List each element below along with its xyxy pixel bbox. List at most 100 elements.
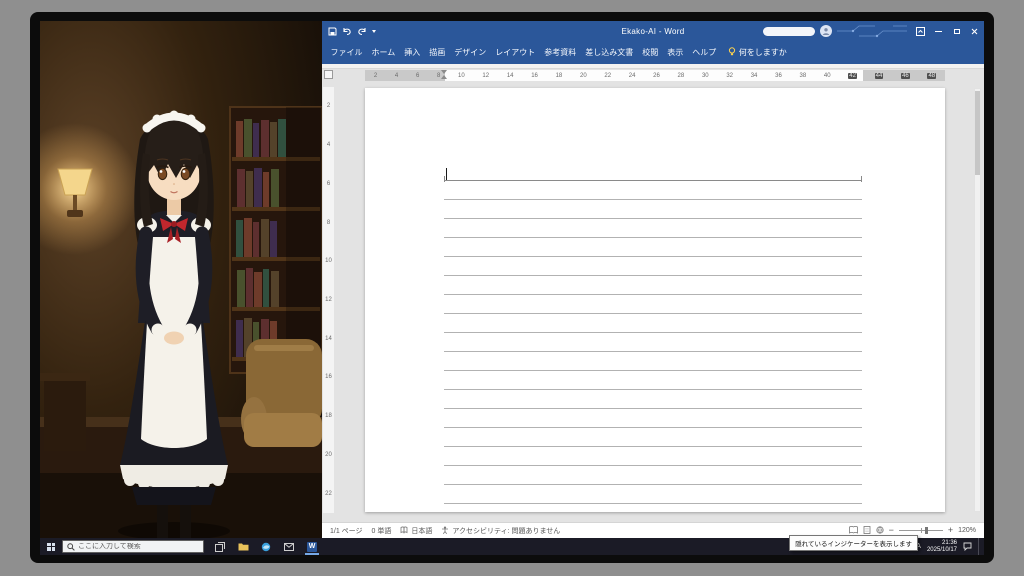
zoom-slider[interactable] bbox=[899, 530, 943, 531]
ruled-line bbox=[444, 276, 862, 295]
vertical-ruler: 246810121416182022 bbox=[323, 87, 334, 513]
ruled-line bbox=[444, 238, 862, 257]
ruler-number: 44 bbox=[875, 73, 884, 79]
minimize-icon[interactable] bbox=[932, 21, 945, 41]
ruler-number: 4 bbox=[327, 142, 330, 148]
zoom-in-icon[interactable]: + bbox=[948, 527, 953, 534]
word-taskbar-icon[interactable]: W bbox=[305, 538, 319, 555]
ribbon-tab-7[interactable]: 差し込み文書 bbox=[581, 41, 638, 64]
vertical-scrollbar[interactable] bbox=[974, 88, 981, 512]
show-desktop-button[interactable] bbox=[978, 538, 981, 555]
ruler-number: 12 bbox=[325, 297, 332, 303]
horizontal-ruler-numbers: 2468101214161820222426283032343638404244… bbox=[365, 70, 945, 81]
lightbulb-icon bbox=[728, 47, 736, 58]
zoom-level[interactable]: 120% bbox=[958, 527, 976, 534]
user-avatar[interactable] bbox=[820, 25, 832, 37]
armchair bbox=[241, 339, 322, 447]
edge-icon[interactable] bbox=[259, 538, 273, 555]
bookshelf bbox=[230, 107, 322, 373]
screen: Ekako-AI - Word ファイルホーム挿入描画デザインレイアウト参考資料… bbox=[40, 21, 984, 555]
ruled-lines bbox=[444, 181, 862, 504]
ruled-line bbox=[444, 409, 862, 428]
search-icon bbox=[67, 538, 75, 556]
taskbar-search[interactable] bbox=[62, 540, 204, 553]
ribbon-tab-0[interactable]: ファイル bbox=[326, 41, 367, 64]
ruled-line bbox=[444, 219, 862, 238]
ruler-number: 6 bbox=[327, 181, 330, 187]
ruled-line bbox=[444, 295, 862, 314]
ruler-number: 48 bbox=[927, 73, 936, 79]
ribbon-tab-2[interactable]: 挿入 bbox=[400, 41, 425, 64]
ribbon-tab-5[interactable]: レイアウト bbox=[491, 41, 540, 64]
start-button[interactable] bbox=[40, 538, 62, 555]
ruler-number: 46 bbox=[901, 73, 910, 79]
ruler-number: 18 bbox=[325, 413, 332, 419]
mail-icon[interactable] bbox=[282, 538, 296, 555]
ribbon-tab-9[interactable]: 表示 bbox=[663, 41, 688, 64]
title-bar-right bbox=[763, 21, 981, 41]
user-account-pill[interactable] bbox=[763, 27, 815, 36]
ruler-number: 36 bbox=[775, 73, 782, 79]
circuit-decoration bbox=[837, 23, 909, 39]
print-layout-icon[interactable] bbox=[863, 526, 871, 536]
ruler-number: 10 bbox=[458, 73, 465, 79]
ruler-number: 10 bbox=[325, 258, 332, 264]
document-area: 246810121416182022 bbox=[322, 82, 984, 522]
task-view-icon[interactable] bbox=[213, 538, 227, 555]
read-mode-icon[interactable] bbox=[849, 526, 858, 536]
ruler-number: 14 bbox=[325, 336, 332, 342]
word-window: Ekako-AI - Word ファイルホーム挿入描画デザインレイアウト参考資料… bbox=[322, 21, 984, 538]
close-icon[interactable] bbox=[968, 21, 981, 41]
title-bar: Ekako-AI - Word bbox=[322, 21, 984, 41]
ruler-number: 24 bbox=[629, 73, 636, 79]
room-scene-illustration bbox=[40, 21, 322, 555]
ruler-number: 8 bbox=[437, 73, 440, 79]
word-count[interactable]: 0 単語 bbox=[372, 526, 392, 536]
ruler-number: 2 bbox=[374, 73, 377, 79]
tell-me-box[interactable]: 何をしますか bbox=[728, 47, 787, 58]
ruler-number: 42 bbox=[848, 73, 857, 79]
ruler-row: 2468101214161820222426283032343638404244… bbox=[322, 69, 984, 82]
ruled-line bbox=[444, 333, 862, 352]
zoom-out-icon[interactable]: − bbox=[889, 527, 894, 534]
ruled-line bbox=[444, 466, 862, 485]
search-input[interactable] bbox=[78, 543, 199, 550]
ribbon-display-options-icon[interactable] bbox=[914, 21, 927, 41]
ruler-number: 28 bbox=[678, 73, 685, 79]
zoom-slider-thumb[interactable] bbox=[925, 527, 928, 534]
ruled-line bbox=[444, 447, 862, 466]
ruler-number: 6 bbox=[416, 73, 419, 79]
ruled-line bbox=[444, 314, 862, 333]
document-page[interactable] bbox=[365, 88, 945, 512]
language-indicator[interactable]: 日本語 bbox=[400, 526, 432, 536]
taskbar-app-icons: W bbox=[213, 538, 319, 555]
accessibility-status[interactable]: アクセシビリティ: 問題ありません bbox=[441, 526, 560, 536]
tray-tooltip: 隠れているインジケーターを表示します bbox=[789, 535, 918, 551]
clock-time: 21:36 bbox=[927, 540, 957, 547]
scrollbar-thumb[interactable] bbox=[975, 91, 980, 175]
ribbon-tab-6[interactable]: 参考資料 bbox=[540, 41, 581, 64]
ribbon-tab-8[interactable]: 校閲 bbox=[638, 41, 663, 64]
ribbon-tab-10[interactable]: ヘルプ bbox=[688, 41, 721, 64]
restore-icon[interactable] bbox=[950, 21, 963, 41]
ruler-number: 20 bbox=[580, 73, 587, 79]
ruler-number: 20 bbox=[325, 452, 332, 458]
ruler-number: 18 bbox=[556, 73, 563, 79]
ruler-number: 16 bbox=[325, 374, 332, 380]
action-center-icon[interactable] bbox=[963, 538, 972, 556]
web-layout-icon[interactable] bbox=[876, 526, 884, 536]
tab-selector-icon[interactable] bbox=[324, 70, 333, 79]
page-indicator[interactable]: 1/1 ページ bbox=[330, 526, 363, 536]
ribbon-tab-1[interactable]: ホーム bbox=[367, 41, 400, 64]
first-line-indent-marker[interactable] bbox=[441, 70, 448, 81]
taskbar-clock[interactable]: 21:36 2025/10/17 bbox=[927, 540, 957, 554]
desktop-screenshot: Ekako-AI - Word ファイルホーム挿入描画デザインレイアウト参考資料… bbox=[0, 0, 1024, 576]
ribbon-tab-4[interactable]: デザイン bbox=[450, 41, 491, 64]
ribbon-tab-bar: ファイルホーム挿入描画デザインレイアウト参考資料差し込み文書校閲表示ヘルプ 何を… bbox=[322, 41, 984, 64]
ruler-number: 4 bbox=[395, 73, 398, 79]
horizontal-ruler: 2468101214161820222426283032343638404244… bbox=[365, 70, 945, 81]
ribbon-tabs: ファイルホーム挿入描画デザインレイアウト参考資料差し込み文書校閲表示ヘルプ bbox=[326, 41, 721, 64]
ribbon-tab-3[interactable]: 描画 bbox=[425, 41, 450, 64]
ruler-number: 8 bbox=[327, 220, 330, 226]
file-explorer-icon[interactable] bbox=[236, 538, 250, 555]
